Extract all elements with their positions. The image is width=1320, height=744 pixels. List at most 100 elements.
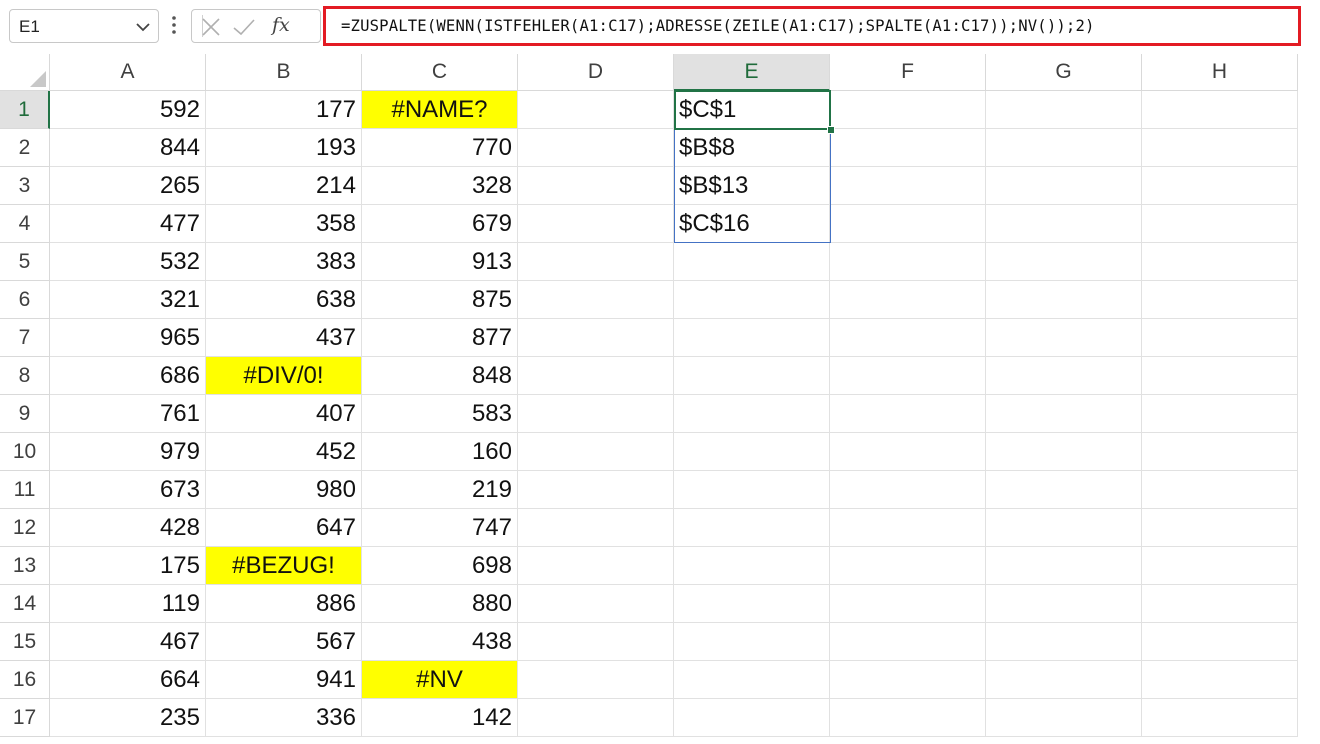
cell-e16[interactable]	[674, 661, 830, 699]
cell-h5[interactable]	[1142, 243, 1298, 281]
cell-e2[interactable]: $B$8	[674, 129, 830, 167]
cell-d16[interactable]	[518, 661, 674, 699]
cell-a4[interactable]: 477	[50, 205, 206, 243]
cell-b3[interactable]: 214	[206, 167, 362, 205]
column-header-f[interactable]: F	[830, 54, 986, 91]
column-header-h[interactable]: H	[1142, 54, 1298, 91]
row-header-7[interactable]: 7	[0, 319, 50, 357]
row-header-3[interactable]: 3	[0, 167, 50, 205]
row-header-17[interactable]: 17	[0, 699, 50, 737]
cell-h17[interactable]	[1142, 699, 1298, 737]
cell-h15[interactable]	[1142, 623, 1298, 661]
cell-h14[interactable]	[1142, 585, 1298, 623]
cell-b5[interactable]: 383	[206, 243, 362, 281]
cell-e17[interactable]	[674, 699, 830, 737]
cell-g15[interactable]	[986, 623, 1142, 661]
cell-e4[interactable]: $C$16	[674, 205, 830, 243]
cell-g1[interactable]	[986, 91, 1142, 129]
cell-g4[interactable]	[986, 205, 1142, 243]
cell-g11[interactable]	[986, 471, 1142, 509]
vertical-ellipsis-icon[interactable]	[171, 15, 177, 35]
cell-g7[interactable]	[986, 319, 1142, 357]
cell-a7[interactable]: 965	[50, 319, 206, 357]
cell-h12[interactable]	[1142, 509, 1298, 547]
cell-d12[interactable]	[518, 509, 674, 547]
cell-h8[interactable]	[1142, 357, 1298, 395]
cell-g17[interactable]	[986, 699, 1142, 737]
name-box[interactable]: E1	[9, 9, 159, 43]
cell-f2[interactable]	[830, 129, 986, 167]
cell-h4[interactable]	[1142, 205, 1298, 243]
cell-c6[interactable]: 875	[362, 281, 518, 319]
cell-f8[interactable]	[830, 357, 986, 395]
row-header-9[interactable]: 9	[0, 395, 50, 433]
cell-b4[interactable]: 358	[206, 205, 362, 243]
cell-a13[interactable]: 175	[50, 547, 206, 585]
x-icon[interactable]	[201, 17, 221, 37]
cell-e10[interactable]	[674, 433, 830, 471]
cell-e12[interactable]	[674, 509, 830, 547]
cell-a6[interactable]: 321	[50, 281, 206, 319]
formula-input[interactable]: =ZUSPALTE(WENN(ISTFEHLER(A1:C17);ADRESSE…	[323, 6, 1301, 46]
cell-a5[interactable]: 532	[50, 243, 206, 281]
cell-d4[interactable]	[518, 205, 674, 243]
cell-h16[interactable]	[1142, 661, 1298, 699]
cell-g2[interactable]	[986, 129, 1142, 167]
cell-e13[interactable]	[674, 547, 830, 585]
row-header-14[interactable]: 14	[0, 585, 50, 623]
row-header-8[interactable]: 8	[0, 357, 50, 395]
cell-e3[interactable]: $B$13	[674, 167, 830, 205]
cell-h3[interactable]	[1142, 167, 1298, 205]
cell-g13[interactable]	[986, 547, 1142, 585]
cell-e5[interactable]	[674, 243, 830, 281]
cell-d14[interactable]	[518, 585, 674, 623]
cell-d11[interactable]	[518, 471, 674, 509]
cell-a12[interactable]: 428	[50, 509, 206, 547]
spreadsheet-grid[interactable]: A B C D E F G H 1 592 177 #NAME? $C$1 2 844 193 770 $B$8 3…	[0, 54, 1320, 744]
cell-a17[interactable]: 235	[50, 699, 206, 737]
cell-a16[interactable]: 664	[50, 661, 206, 699]
cell-b17[interactable]: 336	[206, 699, 362, 737]
column-header-g[interactable]: G	[986, 54, 1142, 91]
cell-f12[interactable]	[830, 509, 986, 547]
select-all-button[interactable]	[0, 54, 50, 91]
row-header-6[interactable]: 6	[0, 281, 50, 319]
cell-h7[interactable]	[1142, 319, 1298, 357]
cell-e8[interactable]	[674, 357, 830, 395]
cell-e1[interactable]: $C$1	[674, 91, 830, 129]
row-header-12[interactable]: 12	[0, 509, 50, 547]
cell-c14[interactable]: 880	[362, 585, 518, 623]
cell-b16[interactable]: 941	[206, 661, 362, 699]
cell-b10[interactable]: 452	[206, 433, 362, 471]
cell-f3[interactable]	[830, 167, 986, 205]
cell-g16[interactable]	[986, 661, 1142, 699]
cell-g5[interactable]	[986, 243, 1142, 281]
row-header-2[interactable]: 2	[0, 129, 50, 167]
cell-d17[interactable]	[518, 699, 674, 737]
cell-f17[interactable]	[830, 699, 986, 737]
cell-f14[interactable]	[830, 585, 986, 623]
checkmark-icon[interactable]	[232, 17, 256, 37]
fill-handle[interactable]	[827, 126, 835, 134]
row-header-5[interactable]: 5	[0, 243, 50, 281]
cell-f13[interactable]	[830, 547, 986, 585]
cell-b15[interactable]: 567	[206, 623, 362, 661]
cell-d15[interactable]	[518, 623, 674, 661]
cell-f10[interactable]	[830, 433, 986, 471]
cell-c2[interactable]: 770	[362, 129, 518, 167]
cell-a1[interactable]: 592	[50, 91, 206, 129]
column-header-e[interactable]: E	[674, 54, 830, 91]
cell-f9[interactable]	[830, 395, 986, 433]
cell-d7[interactable]	[518, 319, 674, 357]
cell-a8[interactable]: 686	[50, 357, 206, 395]
cell-e14[interactable]	[674, 585, 830, 623]
cell-g9[interactable]	[986, 395, 1142, 433]
cell-e6[interactable]	[674, 281, 830, 319]
cell-f4[interactable]	[830, 205, 986, 243]
row-header-16[interactable]: 16	[0, 661, 50, 699]
cell-b7[interactable]: 437	[206, 319, 362, 357]
cell-f16[interactable]	[830, 661, 986, 699]
cell-b6[interactable]: 638	[206, 281, 362, 319]
cell-b11[interactable]: 980	[206, 471, 362, 509]
cell-b2[interactable]: 193	[206, 129, 362, 167]
